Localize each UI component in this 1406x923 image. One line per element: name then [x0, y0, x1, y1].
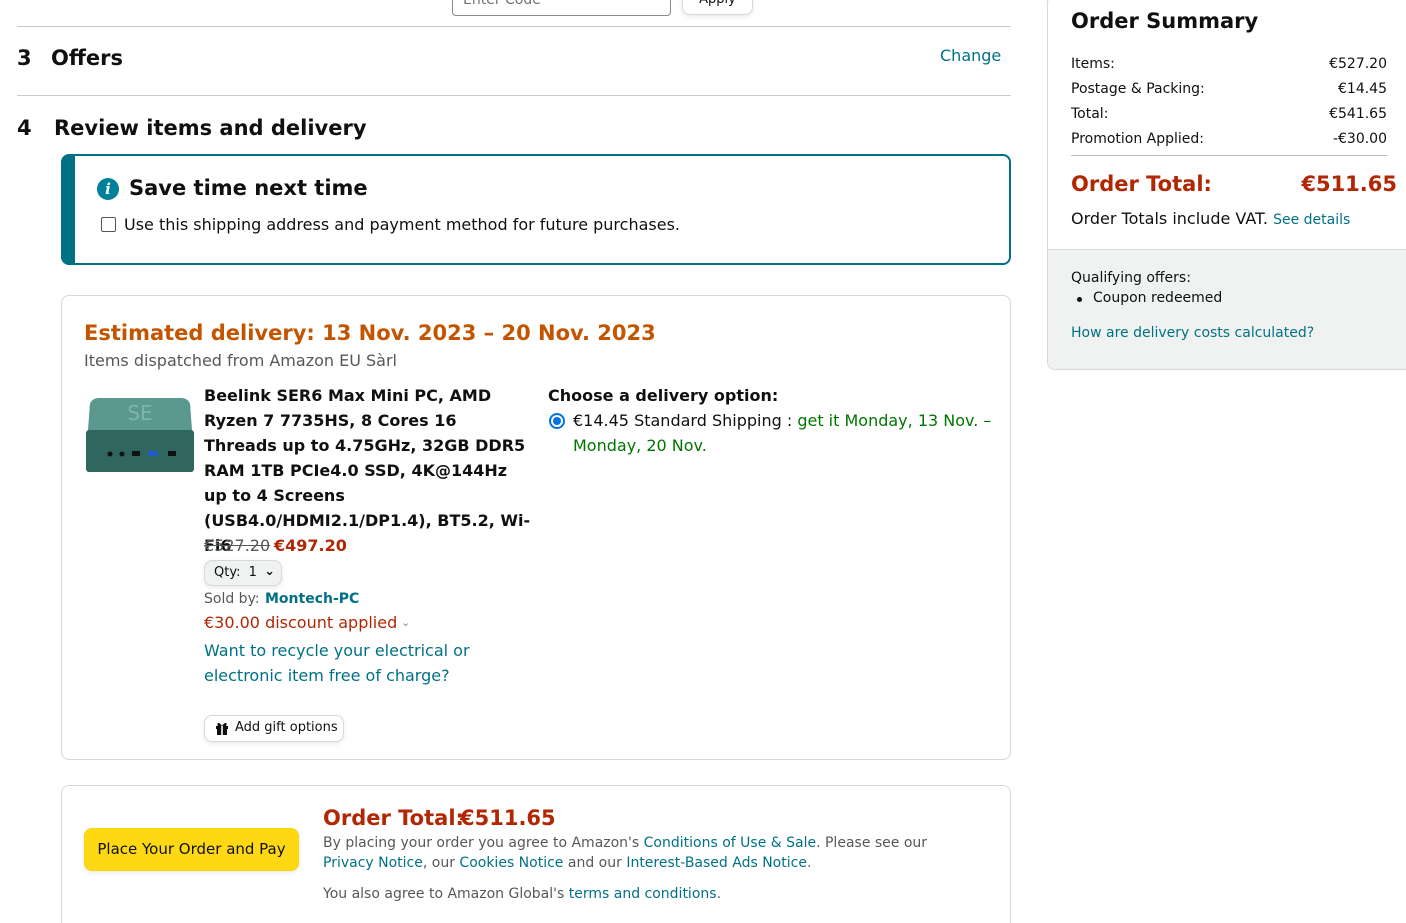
order-summary-title: Order Summary	[1071, 9, 1259, 33]
qualifying-offers-title: Qualifying offers:	[1071, 270, 1191, 286]
info-icon: i	[97, 178, 119, 200]
original-price: €527.20	[204, 536, 271, 555]
save-time-box: i Save time next time Use this shipping …	[61, 154, 1011, 265]
divider	[17, 95, 1011, 96]
step-title-offers: Offers	[51, 46, 123, 70]
add-gift-options-button[interactable]: Add gift options	[204, 715, 344, 742]
product-title: Beelink SER6 Max Mini PC, AMD Ryzen 7 77…	[204, 386, 531, 555]
quantity-select[interactable]: Qty: 1 ⌄	[204, 560, 282, 586]
standard-shipping-radio[interactable]	[549, 413, 565, 429]
estimated-delivery: Estimated delivery: 13 Nov. 2023 – 20 No…	[84, 321, 656, 345]
legal-notice: By placing your order you agree to Amazo…	[323, 833, 973, 873]
promo-apply-button[interactable]: Apply	[682, 0, 753, 15]
global-end: .	[716, 886, 722, 902]
dispatched-from: Items dispatched from Amazon EU Sàrl	[84, 351, 397, 370]
delivery-options-title: Choose a delivery option:	[548, 386, 779, 405]
gift-icon	[216, 722, 228, 735]
discounted-price: €497.20	[274, 536, 347, 555]
summary-order-total-value: €511.65	[1301, 172, 1397, 196]
legal-mid2: , our	[422, 855, 460, 871]
summary-value: €14.45	[1338, 81, 1387, 97]
step-title-review: Review items and delivery	[54, 116, 367, 140]
summary-label: Items:	[1071, 56, 1115, 72]
discount-applied[interactable]: €30.00 discount applied	[204, 613, 397, 632]
summary-value: €541.65	[1329, 106, 1387, 122]
shipping-price-label: €14.45 Standard Shipping	[573, 411, 782, 430]
conditions-link[interactable]: Conditions of Use & Sale	[644, 835, 816, 851]
order-total-label: Order Total:	[323, 806, 464, 830]
quantity-label: Qty:	[214, 565, 241, 580]
promo-code-input[interactable]: Enter Code	[452, 0, 671, 16]
product-image[interactable]: SE	[84, 396, 196, 482]
summary-row-postage: Postage & Packing: €14.45	[1071, 81, 1387, 97]
global-terms-notice: You also agree to Amazon Global's terms …	[323, 886, 721, 902]
order-total-value: €511.65	[460, 806, 556, 830]
cookies-notice-link[interactable]: Cookies Notice	[459, 855, 563, 871]
summary-row-items: Items: €527.20	[1071, 56, 1387, 72]
ads-notice-link[interactable]: Interest-Based Ads Notice	[626, 855, 807, 871]
place-order-box: Place Your Order and Pay Order Total: €5…	[61, 785, 1011, 923]
shipping-separator: :	[781, 411, 798, 430]
recycle-link[interactable]: Want to recycle your electrical or elect…	[204, 638, 504, 688]
step-number-offers: 3	[17, 46, 32, 70]
seller-link[interactable]: Montech-PC	[265, 591, 359, 607]
vat-notice: Order Totals include VAT. See details	[1071, 209, 1350, 228]
quantity-value: 1	[248, 565, 257, 580]
summary-value: -€30.00	[1332, 131, 1387, 147]
sold-by-label: Sold by:	[204, 591, 260, 607]
summary-value: €527.20	[1329, 56, 1387, 72]
order-summary: Order Summary Items: €527.20 Postage & P…	[1047, 0, 1406, 370]
chevron-down-icon: ⌄	[264, 564, 275, 579]
vat-text: Order Totals include VAT.	[1071, 209, 1274, 228]
qualifying-offers-section: Qualifying offers: Coupon redeemed How a…	[1048, 249, 1406, 369]
summary-row-total: Total: €541.65	[1071, 106, 1387, 122]
legal-mid: . Please see our	[816, 835, 928, 851]
save-time-title: Save time next time	[129, 176, 368, 200]
summary-order-total-label: Order Total:	[1071, 172, 1212, 196]
terms-link[interactable]: terms and conditions	[569, 886, 717, 902]
change-offers-link[interactable]: Change	[940, 46, 1001, 65]
save-preferences-checkbox[interactable]	[101, 217, 116, 232]
divider	[17, 26, 1011, 27]
legal-end: .	[806, 855, 812, 871]
svg-text:SE: SE	[127, 401, 152, 425]
see-details-link[interactable]: See details	[1273, 212, 1350, 228]
delivery-costs-link[interactable]: How are delivery costs calculated?	[1071, 325, 1314, 341]
summary-label: Total:	[1071, 106, 1109, 122]
standard-shipping-option[interactable]: €14.45 Standard Shipping : get it Monday…	[573, 408, 1003, 458]
delivery-group: Estimated delivery: 13 Nov. 2023 – 20 No…	[61, 295, 1011, 760]
global-prefix: You also agree to Amazon Global's	[323, 886, 569, 902]
legal-prefix: By placing your order you agree to Amazo…	[323, 835, 644, 851]
summary-label: Promotion Applied:	[1071, 131, 1205, 147]
summary-row-promotion: Promotion Applied: -€30.00	[1071, 131, 1387, 147]
chevron-down-icon[interactable]: ⌄	[401, 616, 410, 629]
place-order-button[interactable]: Place Your Order and Pay	[84, 828, 299, 871]
step-number-review: 4	[17, 116, 32, 140]
save-preferences-label[interactable]: Use this shipping address and payment me…	[124, 215, 680, 234]
qualifying-offer-item: Coupon redeemed	[1076, 290, 1223, 306]
privacy-notice-link[interactable]: Privacy Notice	[323, 855, 423, 871]
add-gift-options-label: Add gift options	[235, 720, 338, 735]
legal-mid3: and our	[563, 855, 627, 871]
summary-label: Postage & Packing:	[1071, 81, 1205, 97]
divider	[1071, 155, 1387, 156]
